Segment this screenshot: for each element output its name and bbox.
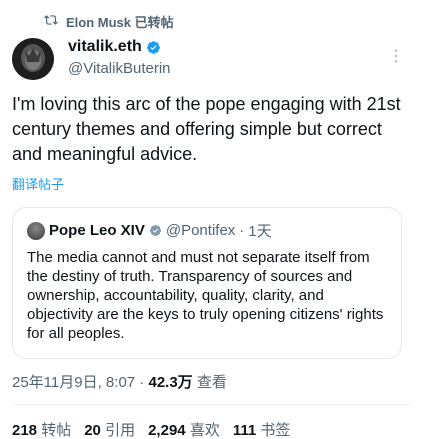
verified-badge-icon (146, 40, 160, 54)
view-count: 42.3万 (148, 374, 193, 391)
author-name[interactable]: vitalik.eth (68, 38, 142, 56)
translate-link[interactable]: 翻译帖子 (12, 174, 64, 193)
likes-label: 喜欢 (189, 422, 220, 439)
post-text: I'm loving this arc of the pope engaging… (12, 94, 401, 164)
quotes-label: 引用 (105, 422, 136, 439)
quote-text: The media cannot and must not separate i… (27, 249, 384, 342)
post-meta: 25年11月9日, 8:07 · 42.3万 查看 (12, 371, 227, 392)
repost-icon (44, 13, 58, 30)
gray-verified-badge-icon (149, 224, 161, 237)
divider (12, 404, 412, 405)
post-timestamp[interactable]: 25年11月9日, 8:07 (12, 374, 135, 391)
engagement-stats: 218 转帖 20 引用 2,294 喜欢 111 书签 (12, 419, 290, 439)
reposts-label: 转帖 (41, 422, 72, 439)
quote-separator: · (239, 222, 245, 239)
bookmarks-label: 书签 (260, 422, 291, 439)
quote-time: 1天 (248, 223, 272, 240)
repost-label: Elon Musk 已转帖 (66, 15, 174, 30)
quote-avatar (27, 221, 45, 240)
view-label: 查看 (196, 374, 227, 391)
repost-indicator[interactable]: Elon Musk 已转帖 (44, 12, 174, 31)
more-options-icon[interactable]: ⋮ (388, 46, 404, 66)
reposts-stat[interactable]: 218 转帖 (12, 419, 71, 439)
avatar[interactable] (12, 38, 54, 80)
name-row: vitalik.eth (68, 38, 161, 56)
likes-count: 2,294 (148, 422, 186, 439)
bookmarks-stat[interactable]: 111 书签 (233, 419, 291, 439)
bookmarks-count: 111 (232, 422, 257, 439)
quote-author-name: Pope Leo XIV (49, 222, 145, 239)
quote-author-handle: @Pontifex (165, 222, 236, 239)
quotes-stat[interactable]: 20 引用 (84, 419, 135, 439)
post-author: vitalik.eth @VitalikButerin ⋮ (12, 36, 412, 84)
quotes-count: 20 (84, 422, 101, 439)
meta-separator: · (139, 374, 145, 391)
quoted-post[interactable]: Pope Leo XIV @Pontifex · 1天 The media ca… (12, 207, 402, 359)
author-handle[interactable]: @VitalikButerin (68, 60, 171, 77)
reposts-count: 218 (12, 422, 38, 439)
quote-header: Pope Leo XIV @Pontifex · 1天 (27, 220, 272, 241)
likes-stat[interactable]: 2,294 喜欢 (148, 419, 220, 439)
